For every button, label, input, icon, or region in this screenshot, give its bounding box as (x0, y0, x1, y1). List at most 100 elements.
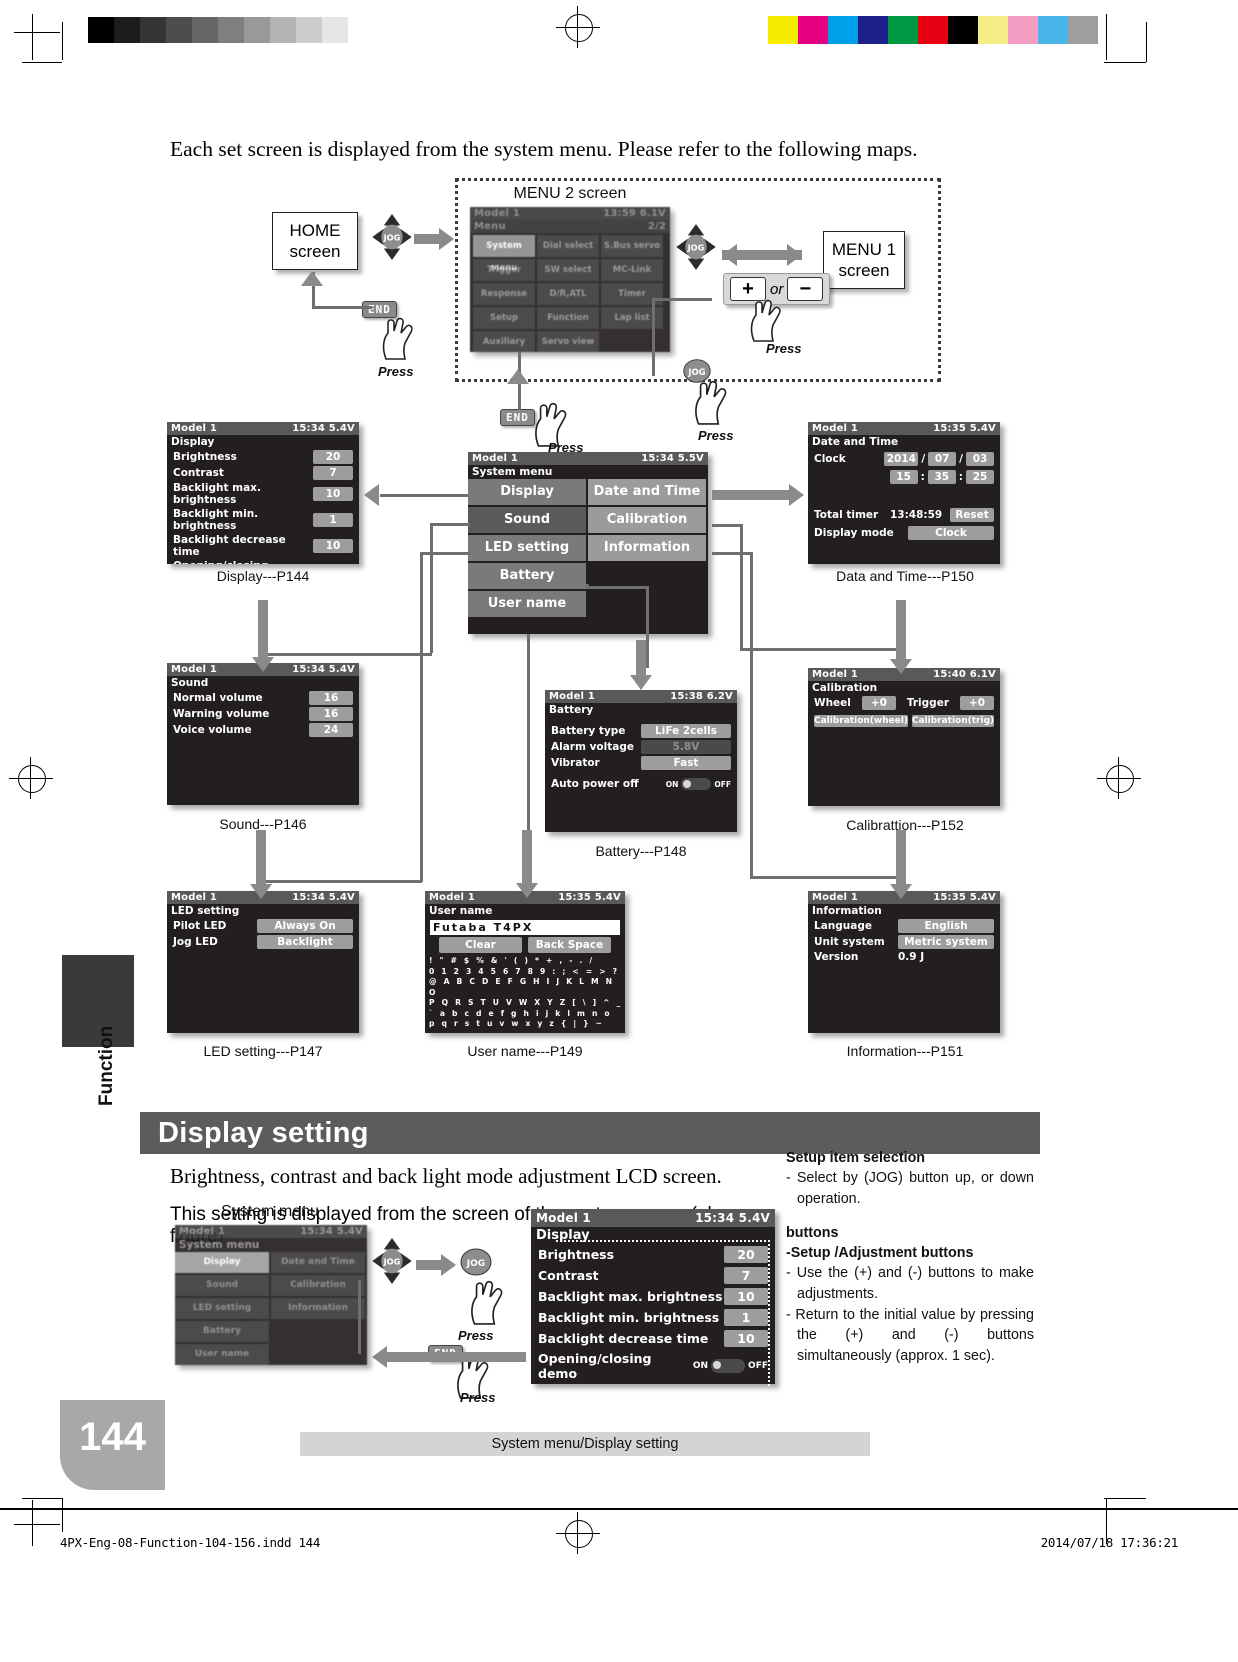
backspace-button[interactable]: Back Space (528, 937, 611, 953)
keyboard-row-1[interactable]: 0 1 2 3 4 5 6 7 8 9 : ; < = > ? (425, 967, 625, 978)
setting-value[interactable]: 1 (724, 1309, 768, 1326)
system-menu-item-display[interactable]: Display (468, 479, 586, 505)
minute-field[interactable]: 35 (927, 470, 956, 484)
jog-icon-bottom-right[interactable]: JOG (456, 1245, 496, 1279)
second-field[interactable]: 25 (966, 470, 994, 484)
battery-toggle-switch-icon[interactable] (681, 778, 712, 790)
system-menu-item-calibration[interactable]: Calibration (588, 507, 706, 533)
reset-button[interactable]: Reset (950, 508, 994, 522)
setting-value[interactable]: 10 (313, 539, 353, 553)
keyboard-row-5[interactable]: p q r s t u v w x y z { | } ~ (425, 1019, 625, 1030)
setting-value[interactable]: 0.9 J (898, 951, 994, 963)
datetime-clock-date-row: Clock 2014 / 07 / 03 (808, 449, 1000, 467)
hand-press-icon-2 (750, 299, 781, 342)
bottom-toggle-switch-icon[interactable] (711, 1359, 746, 1373)
system-menu-item-sound[interactable]: Sound (468, 507, 586, 533)
section-line-1: Brightness, contrast and back light mode… (170, 1164, 722, 1188)
time-sep-1: : (920, 471, 925, 483)
grey-step-4 (192, 17, 218, 43)
system-menu-item-battery[interactable]: Battery (468, 563, 586, 589)
display-demo-row[interactable]: Opening/closing demo ON OFF (167, 559, 359, 564)
day-field[interactable]: 03 (966, 452, 994, 466)
keyboard-row-4[interactable]: ` a b c d e f g h i j k l m n o (425, 1009, 625, 1020)
bottom-sysmenu-item-led-setting[interactable]: LED setting (175, 1298, 269, 1319)
username-input[interactable]: Futaba T4PX (430, 920, 620, 935)
system-menu-item-information[interactable]: Information (588, 535, 706, 561)
keyboard-row-0[interactable]: ! " # $ % & ' ( ) * + , - . / (425, 956, 625, 967)
calibration-trigger-button[interactable]: Calibration(trig) (911, 715, 994, 727)
setting-value[interactable]: 20 (313, 450, 353, 464)
bottom-sysmenu-item-sound[interactable]: Sound (175, 1275, 269, 1296)
jog-icon-menu2[interactable]: JOG (676, 224, 716, 270)
battery-autooff-row[interactable]: Auto power off ON OFF (545, 777, 737, 791)
setting-value[interactable]: 10 (724, 1330, 768, 1347)
calibration-wheel-button[interactable]: Calibration(wheel) (814, 715, 908, 727)
menu2-item-d-r-atl[interactable]: D/R,ATL (537, 283, 599, 305)
menu2-item-auxiliary[interactable]: Auxiliary (473, 331, 535, 352)
setting-value[interactable]: 1 (313, 513, 353, 527)
jog-icon-bottom-left[interactable]: JOG (372, 1238, 412, 1284)
total-timer-value: 13:48:59 (889, 509, 943, 521)
display-mode-value[interactable]: Clock (908, 526, 994, 540)
menu2-item-response[interactable]: Response (473, 283, 535, 305)
setting-row: Voice volume 24 (167, 722, 359, 738)
menu2-item-setup[interactable]: Setup (473, 307, 535, 329)
setting-value[interactable]: English (898, 919, 994, 933)
keyboard-row-3[interactable]: P Q R S T U V W X Y Z [ \ ] ^ _ (425, 998, 625, 1009)
bottom-demo-toggle[interactable]: ON OFF (693, 1359, 768, 1373)
menu2-item-sw-select[interactable]: SW select (537, 259, 599, 281)
hour-field[interactable]: 15 (889, 470, 918, 484)
bottom-sysmenu-item-battery[interactable]: Battery (175, 1321, 269, 1342)
menu2-item-dial-select[interactable]: Dial select (537, 235, 599, 257)
wheel-value[interactable]: +0 (861, 696, 896, 710)
hand-press-icon-1 (382, 317, 413, 360)
bottom-sysmenu-item-information[interactable]: Information (271, 1298, 365, 1319)
month-field[interactable]: 07 (928, 452, 957, 466)
clear-button[interactable]: Clear (439, 937, 522, 953)
battery-autooff-toggle[interactable]: ON OFF (666, 778, 731, 790)
year-field[interactable]: 2014 (884, 452, 919, 466)
bottom-display-demo-row[interactable]: Opening/closing demo ON OFF (531, 1349, 775, 1383)
system-menu-item-led-setting[interactable]: LED setting (468, 535, 586, 561)
color-step-wedge (768, 16, 1098, 44)
menu2-item-function[interactable]: Function (537, 307, 599, 329)
led-caption: LED setting---P147 (203, 1043, 323, 1059)
setting-label: Warning volume (173, 708, 270, 720)
setting-value[interactable]: 16 (309, 707, 353, 721)
system-menu-item-user-name[interactable]: User name (468, 591, 586, 617)
menu2-item-system-menu[interactable]: System menu (473, 235, 535, 273)
menu2-item-s-bus-servo[interactable]: S.Bus servo (601, 235, 663, 257)
menu2-item-trigger[interactable]: Trigger (473, 259, 535, 281)
setting-value[interactable]: Metric system (898, 935, 994, 949)
setting-value[interactable]: 24 (309, 723, 353, 737)
setting-value[interactable]: 20 (724, 1246, 768, 1263)
setting-value[interactable]: LiFe 2cells (641, 724, 731, 738)
setting-value[interactable]: Always On (257, 919, 353, 933)
setting-value[interactable]: 10 (313, 487, 353, 501)
setting-value[interactable]: 16 (309, 691, 353, 705)
setting-value[interactable]: 5.8V (641, 740, 731, 754)
display-screen: Model 1 15:34 5.4V Display Brightness 20 C… (167, 422, 359, 564)
menu2-item-servo-view[interactable]: Servo view (537, 331, 599, 352)
home-screen-box[interactable]: HOME screen (272, 212, 358, 270)
calibration-buttons-row: Calibration(wheel) Calibration(trig) (808, 711, 1000, 728)
bottom-sysmenu-item-date-and-time[interactable]: Date and Time (271, 1252, 365, 1273)
menu2-item-mc-link[interactable]: MC-Link (601, 259, 663, 281)
setting-value[interactable]: Backlight (257, 935, 353, 949)
on-screen-keyboard[interactable]: ! " # $ % & ' ( ) * + , - . /0 1 2 3 4 5… (425, 956, 625, 1030)
page-number: 144 (79, 1415, 146, 1459)
jog-icon-home[interactable]: JOG (372, 214, 412, 260)
grey-step-6 (244, 17, 270, 43)
setting-value[interactable]: 7 (724, 1267, 768, 1284)
trigger-value[interactable]: +0 (959, 696, 994, 710)
setting-value[interactable]: Fast (641, 756, 731, 770)
bottom-sysmenu-item-display[interactable]: Display (175, 1252, 269, 1273)
bottom-sysmenu-item-calibration[interactable]: Calibration (271, 1275, 365, 1296)
setting-value[interactable]: 7 (313, 466, 353, 480)
menu1-screen-box[interactable]: MENU 1 screen (823, 231, 905, 289)
setting-value[interactable]: 10 (724, 1288, 768, 1305)
keyboard-row-2[interactable]: @ A B C D E F G H I J K L M N O (425, 977, 625, 998)
system-menu-item-date-and-time[interactable]: Date and Time (588, 479, 706, 505)
bottom-sysmenu-item-user-name[interactable]: User name (175, 1344, 269, 1365)
minus-button[interactable]: − (787, 277, 824, 301)
